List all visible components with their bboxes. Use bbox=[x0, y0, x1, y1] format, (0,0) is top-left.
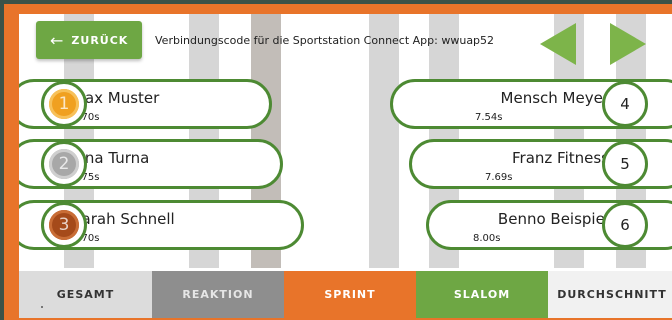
app-screen: ← ZURÜCK Verbindungscode für die Sportst… bbox=[19, 14, 672, 318]
rank-badge: 6 bbox=[602, 202, 648, 248]
rank-badge: 1 bbox=[41, 81, 87, 127]
player-name: Franz Fitness bbox=[512, 149, 609, 167]
category-tab-bar: GESAMT REAKTION SPRINT SLALOM DURCHSCHNI… bbox=[19, 271, 672, 318]
gold-medal-icon: 1 bbox=[49, 89, 79, 119]
player-name: Mensch Meyer bbox=[500, 89, 609, 107]
device-frame: ← ZURÜCK Verbindungscode für die Sportst… bbox=[4, 4, 672, 320]
rank-badge: 4 bbox=[602, 81, 648, 127]
player-time: 7.69s bbox=[485, 172, 513, 183]
rank-number: 6 bbox=[620, 216, 630, 234]
rank-number: 4 bbox=[620, 95, 630, 113]
player-name: Benno Beispiel bbox=[497, 210, 609, 228]
bronze-medal-icon: 3 bbox=[49, 210, 79, 240]
triangle-right-icon[interactable] bbox=[610, 23, 646, 65]
page-indicator-dot bbox=[41, 306, 43, 308]
player-name: Sarah Schnell bbox=[72, 210, 175, 228]
back-button-label: ZURÜCK bbox=[71, 33, 129, 47]
rank-badge: 5 bbox=[602, 141, 648, 187]
arrow-left-icon: ← bbox=[50, 30, 64, 50]
background-stripe bbox=[369, 14, 399, 268]
rank-number: 2 bbox=[58, 154, 70, 174]
silver-medal-icon: 2 bbox=[49, 149, 79, 179]
rank-badge: 2 bbox=[41, 141, 87, 187]
triangle-left-icon[interactable] bbox=[540, 23, 576, 65]
tab-durchschnitt[interactable]: DURCHSCHNITT bbox=[548, 271, 672, 318]
rank-number: 5 bbox=[620, 155, 630, 173]
rank-badge: 3 bbox=[41, 202, 87, 248]
back-button[interactable]: ← ZURÜCK bbox=[36, 21, 142, 59]
rank-number: 3 bbox=[58, 215, 70, 235]
player-time: 8.00s bbox=[473, 233, 501, 244]
tab-slalom[interactable]: SLALOM bbox=[416, 271, 548, 318]
tab-gesamt[interactable]: GESAMT bbox=[19, 271, 152, 318]
rank-number: 1 bbox=[58, 94, 70, 114]
tab-reaktion[interactable]: REAKTION bbox=[152, 271, 284, 318]
connect-code-text: Verbindungscode für die Sportstation Con… bbox=[155, 34, 495, 47]
player-time: 7.54s bbox=[475, 112, 503, 123]
tab-sprint[interactable]: SPRINT bbox=[284, 271, 416, 318]
